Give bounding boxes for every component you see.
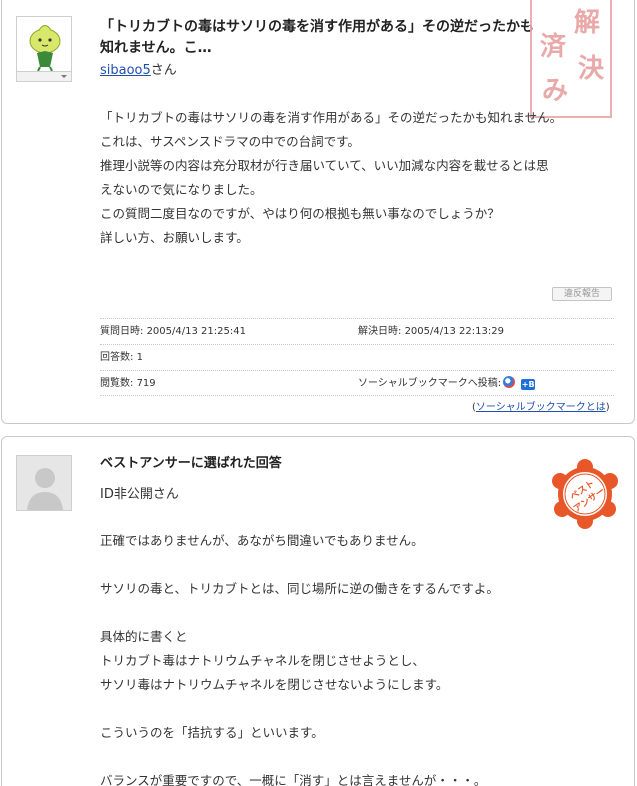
resolved-datetime: 2005/4/13 22:13:29 (404, 326, 504, 337)
answer-body: 正確ではありませんが、あながち間違いでもありません。 サソリの毒と、トリカブトと… (100, 533, 499, 786)
best-answer-heading: ベストアンサーに選ばれた回答 (100, 456, 282, 471)
question-card: 「トリカブトの毒はサソリの毒を消す作用がある」その逆だったかも 知れません。こ…… (1, 0, 635, 424)
answerer-avatar (16, 455, 72, 511)
answer-count: 1 (136, 352, 143, 363)
meta-row-dates: 質問日時: 2005/4/13 21:25:41 解決日時: 2005/4/13… (100, 318, 614, 344)
hatena-bookmark-icon[interactable]: +B (521, 379, 536, 390)
question-title: 「トリカブトの毒はサソリの毒を消す作用がある」その逆だったかも 知れません。こ… (100, 19, 534, 56)
best-answer-badge-icon: ベスト アンサー (552, 459, 618, 529)
best-answer-card: ベストアンサーに選ばれた回答 ID非公開さん ベスト アンサー 正確ではありませ… (1, 436, 635, 786)
onion-character-icon (29, 25, 61, 71)
bookmark-service-icon[interactable] (503, 376, 516, 388)
social-bookmark-help: (ソーシャルブックマークとは) (472, 402, 610, 413)
answerer-name: ID非公開さん (100, 487, 179, 502)
report-button[interactable]: 違反報告 (552, 287, 612, 301)
default-avatar (16, 455, 72, 511)
view-count: 719 (136, 378, 156, 389)
avatar-dropdown[interactable] (16, 72, 72, 82)
chevron-down-icon (61, 75, 67, 78)
meta-row-views: 閲覧数: 719 ソーシャルブックマークへ投稿: +B (100, 370, 614, 396)
questioner-link[interactable]: sibaoo5 (100, 63, 151, 78)
resolved-stamp: 解 決 済 み (530, 0, 612, 118)
social-bookmark-help-link[interactable]: ソーシャルブックマークとは (476, 402, 606, 413)
meta-row-answers: 回答数: 1 (100, 344, 614, 370)
questioner-avatar[interactable] (16, 16, 72, 82)
user-silhouette-icon (17, 456, 71, 510)
questioner-name: sibaoo5さん (100, 63, 177, 78)
question-body: 「トリカブトの毒はサソリの毒を消す作用がある」その逆だったかも知れません。 これ… (100, 110, 563, 245)
avatar-image (16, 16, 72, 72)
asked-datetime: 2005/4/13 21:25:41 (146, 326, 246, 337)
